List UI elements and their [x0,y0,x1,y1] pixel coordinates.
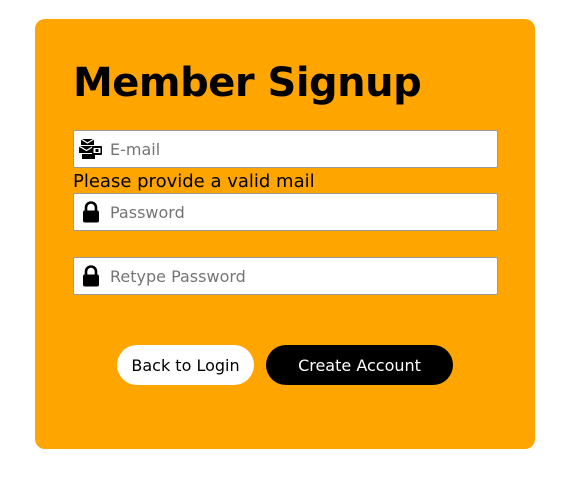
retype-password-input[interactable] [108,259,488,293]
create-account-button[interactable]: Create Account [266,345,453,385]
password-field[interactable] [73,193,498,231]
email-input[interactable] [108,132,488,166]
password-input[interactable] [108,195,488,229]
mail-icon [74,131,108,167]
lock-icon [74,194,108,230]
page-title: Member Signup [73,60,422,106]
email-field[interactable] [73,130,498,168]
email-error-message: Please provide a valid mail [73,171,315,192]
signup-card: Member Signup Please provide a valid mai… [35,19,535,449]
back-to-login-button[interactable]: Back to Login [117,345,254,385]
lock-icon [74,258,108,294]
retype-password-field[interactable] [73,257,498,295]
